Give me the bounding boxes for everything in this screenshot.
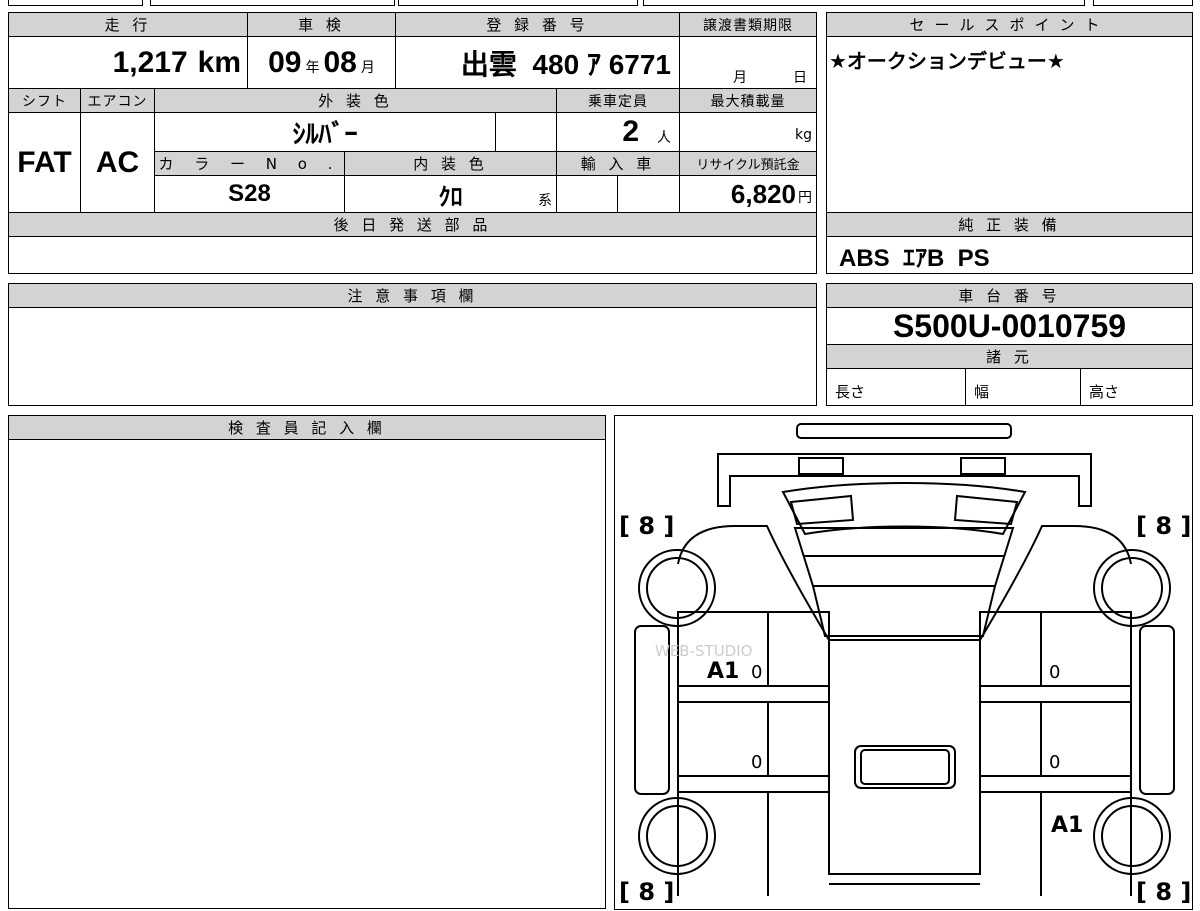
import-header: 輸 入 車 bbox=[556, 151, 680, 176]
inspector-cell bbox=[8, 439, 606, 909]
zero-left-front: 0 bbox=[751, 662, 762, 683]
capacity-unit: 人 bbox=[657, 130, 671, 146]
color-no-cell: S28 bbox=[154, 175, 345, 213]
registration-value: 出雲 480 ｱ 6771 bbox=[460, 48, 671, 80]
capacity-value: 2 bbox=[622, 115, 639, 148]
chassis-no-cell: S500U-0010759 bbox=[826, 307, 1193, 345]
yen-unit: 円 bbox=[798, 190, 812, 206]
top-strip-5 bbox=[1093, 0, 1193, 6]
aircon-value: AC bbox=[95, 145, 140, 179]
annotation-front-left-door: A1 bbox=[707, 659, 739, 684]
recycle-fee-header: リサイクル預託金 bbox=[679, 151, 817, 176]
length-cell: 長さ bbox=[826, 368, 966, 406]
corner-mark-front-left: [ 8 ] bbox=[619, 512, 674, 540]
mileage-cell: 1,217 km bbox=[8, 36, 248, 89]
top-strip-4 bbox=[643, 0, 1085, 6]
zero-left-rear: 0 bbox=[751, 752, 762, 773]
mileage-header: 走 行 bbox=[8, 12, 248, 37]
shift-cell: FAT bbox=[8, 112, 81, 213]
genuine-equipment-cell: ABS ｴｱB PS bbox=[826, 236, 1193, 274]
annotation-rear-right: A1 bbox=[1051, 813, 1083, 838]
inspection-header: 車 検 bbox=[247, 12, 396, 37]
top-strip-1 bbox=[8, 0, 143, 6]
inspection-cell: 09 年 08 月 bbox=[247, 36, 396, 89]
genuine-equipment-header: 純 正 装 備 bbox=[826, 212, 1193, 237]
exterior-color-value: ｼﾙﾊﾞｰ bbox=[292, 118, 358, 149]
genuine-equipment-value: ABS ｴｱB PS bbox=[839, 244, 990, 272]
notes-cell bbox=[8, 307, 817, 406]
aircon-header: エアコン bbox=[80, 88, 155, 113]
import-cell-1 bbox=[556, 175, 618, 213]
top-strip-2 bbox=[150, 0, 395, 6]
interior-color-header: 内 装 色 bbox=[344, 151, 557, 176]
top-strip-3 bbox=[398, 0, 638, 6]
later-parts-cell bbox=[8, 236, 817, 274]
chassis-no-value: S500U-0010759 bbox=[892, 307, 1127, 344]
width-label: 幅 bbox=[974, 383, 990, 401]
inspection-year: 09 bbox=[268, 45, 302, 79]
interior-color-value: ｸﾛ bbox=[438, 183, 463, 211]
corner-mark-front-right: [ 8 ] bbox=[1136, 512, 1191, 540]
transfer-docs-header: 譲渡書類期限 bbox=[679, 12, 817, 37]
shift-header: シフト bbox=[8, 88, 81, 113]
year-unit: 年 bbox=[305, 59, 320, 76]
registration-cell: 出雲 480 ｱ 6771 bbox=[395, 36, 680, 89]
max-load-header: 最大積載量 bbox=[679, 88, 817, 113]
height-cell: 高さ bbox=[1080, 368, 1193, 406]
capacity-cell: 2 人 bbox=[556, 112, 680, 152]
corner-mark-rear-right: [ 8 ] bbox=[1136, 878, 1191, 906]
later-parts-header: 後 日 発 送 部 品 bbox=[8, 212, 817, 237]
registration-header: 登 録 番 号 bbox=[395, 12, 680, 37]
shift-value: FAT bbox=[17, 145, 72, 179]
sales-point-cell: ★オークションデビュー★ bbox=[826, 36, 1193, 213]
interior-color-cell: ｸﾛ 系 bbox=[344, 175, 557, 213]
specs-header: 諸 元 bbox=[826, 344, 1193, 369]
inspector-header: 検 査 員 記 入 欄 bbox=[8, 415, 606, 440]
sales-point-value: ★オークションデビュー★ bbox=[829, 49, 1065, 73]
exterior-color-cell: ｼﾙﾊﾞｰ bbox=[154, 112, 496, 152]
exterior-color-extra bbox=[495, 112, 557, 152]
interior-suffix: 系 bbox=[538, 193, 552, 209]
mileage-unit: km bbox=[197, 45, 241, 79]
recycle-fee-value: 6,820 bbox=[730, 178, 796, 209]
vehicle-diagram: WEB-STUDIO [ 8 ] [ 8 ] [ 8 ] [ 8 ] A1 A1… bbox=[619, 423, 1191, 906]
max-load-unit: kg bbox=[795, 127, 812, 143]
zero-right-front: 0 bbox=[1049, 662, 1060, 683]
mileage-value: 1,217 bbox=[112, 45, 188, 79]
max-load-cell: kg bbox=[679, 112, 817, 152]
vehicle-diagram-box: WEB-STUDIO [ 8 ] [ 8 ] [ 8 ] [ 8 ] A1 A1… bbox=[614, 415, 1193, 910]
diagram-watermark: WEB-STUDIO bbox=[655, 642, 752, 660]
length-label: 長さ bbox=[835, 383, 866, 401]
sales-point-header: セールスポイント bbox=[826, 12, 1193, 37]
notes-header: 注 意 事 項 欄 bbox=[8, 283, 817, 308]
corner-mark-rear-left: [ 8 ] bbox=[619, 878, 674, 906]
transfer-month: 月 bbox=[733, 70, 747, 86]
width-cell: 幅 bbox=[965, 368, 1081, 406]
recycle-fee-cell: 6,820 円 bbox=[679, 175, 817, 213]
inspection-month: 08 bbox=[323, 45, 357, 79]
capacity-header: 乗車定員 bbox=[556, 88, 680, 113]
transfer-day: 日 bbox=[793, 70, 807, 86]
aircon-cell: AC bbox=[80, 112, 155, 213]
exterior-color-header: 外 装 色 bbox=[154, 88, 557, 113]
transfer-docs-cell: 月 日 bbox=[679, 36, 817, 89]
zero-right-rear: 0 bbox=[1049, 752, 1060, 773]
chassis-no-header: 車 台 番 号 bbox=[826, 283, 1193, 308]
color-no-header: カ ラ ー N o . bbox=[154, 151, 345, 176]
height-label: 高さ bbox=[1089, 383, 1120, 401]
color-no-value: S28 bbox=[228, 180, 271, 207]
import-cell-2 bbox=[617, 175, 680, 213]
month-unit: 月 bbox=[360, 59, 375, 76]
